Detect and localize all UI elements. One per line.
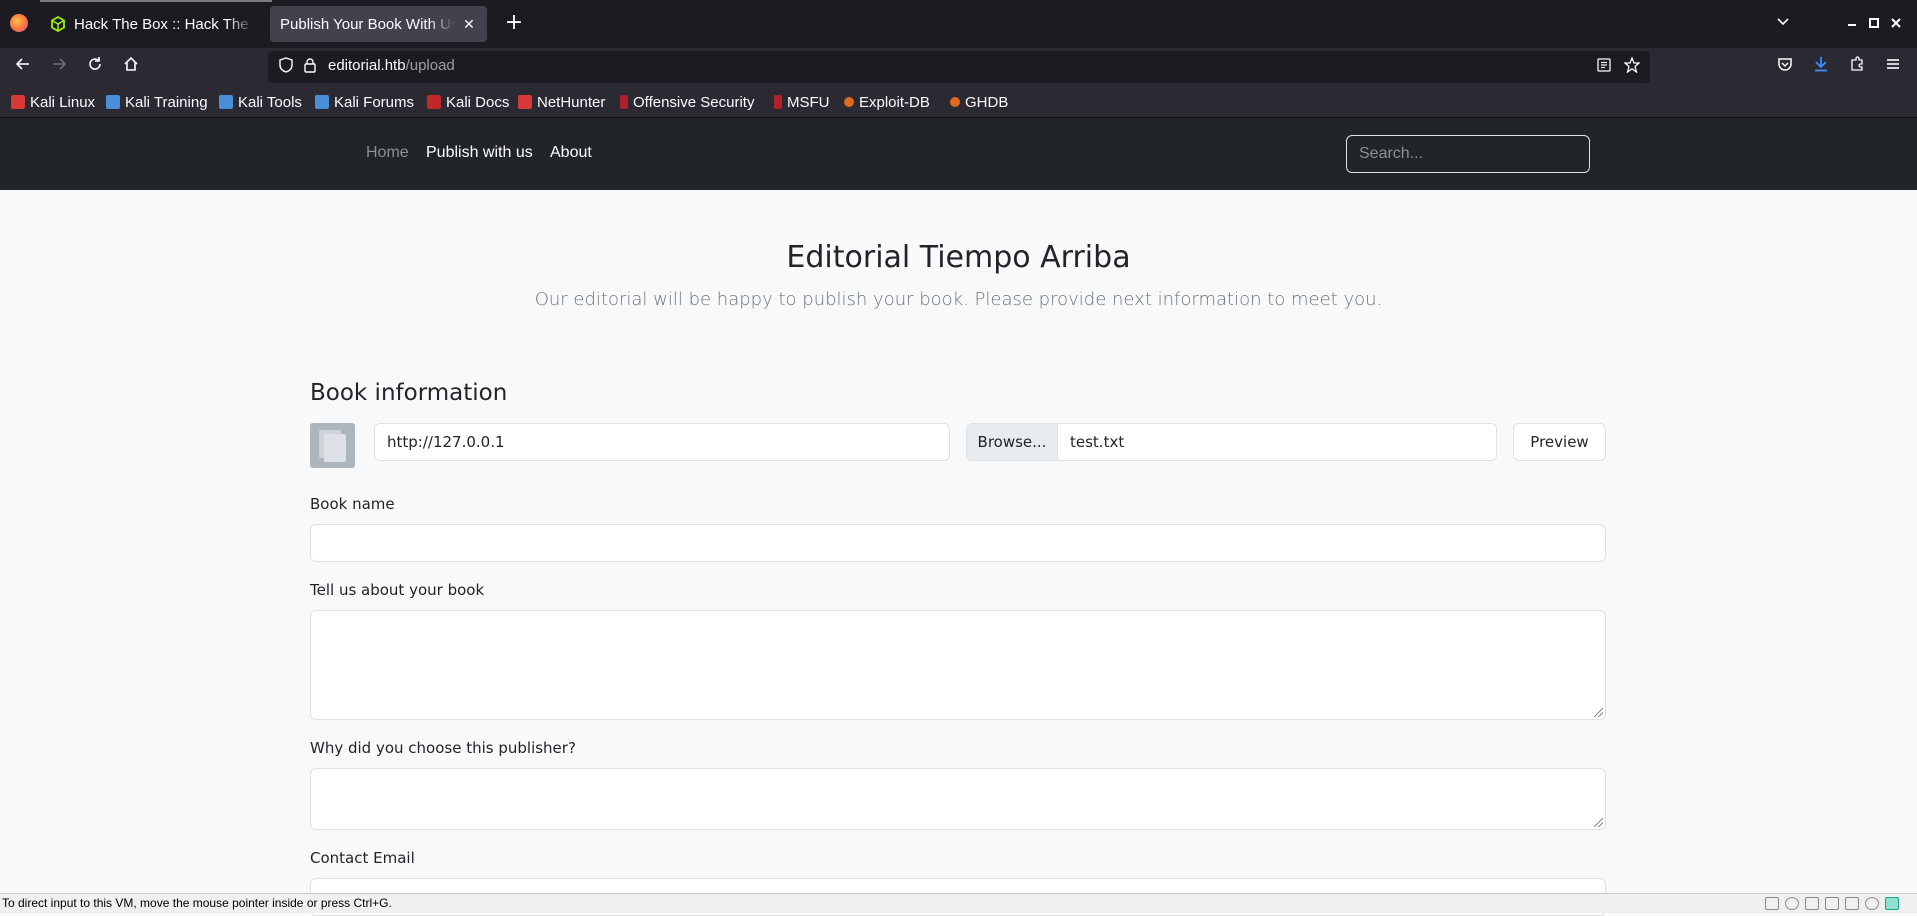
tracking-protection-shield-icon[interactable] xyxy=(276,57,296,77)
nethunter-icon xyxy=(518,95,532,109)
book-about-textarea[interactable] xyxy=(310,610,1606,720)
tab-title: Publish Your Book With Us - Editorial Ti… xyxy=(280,15,455,33)
bookmark-star-icon[interactable] xyxy=(1622,56,1642,77)
tab-hack-the-box[interactable]: Hack The Box :: Hack The Box xyxy=(40,6,265,42)
resize-handle-icon[interactable] xyxy=(1594,818,1603,827)
bookmark-label: Offensive Security xyxy=(633,93,755,111)
browse-button[interactable]: Browse... xyxy=(967,424,1058,460)
nav-link-about[interactable]: About xyxy=(550,144,592,162)
tab-publish-your-book[interactable]: Publish Your Book With Us - Editorial Ti… xyxy=(270,6,487,42)
book-name-label: Book name xyxy=(310,495,395,513)
bookmark-msfu[interactable]: MSFU xyxy=(774,92,830,112)
downloads-icon[interactable] xyxy=(1808,54,1834,80)
kali-docs-icon xyxy=(427,95,441,109)
browser-toolbar: editorial.htb/upload xyxy=(0,48,1917,86)
hard-disk-icon[interactable] xyxy=(1765,897,1779,910)
bookmark-kali-training[interactable]: Kali Training xyxy=(106,92,208,112)
new-tab-button[interactable]: + xyxy=(502,12,526,36)
bookmark-label: MSFU xyxy=(787,93,830,111)
audio-icon[interactable] xyxy=(1845,897,1859,910)
offensive-security-icon xyxy=(620,95,628,109)
firefox-menu-icon[interactable] xyxy=(10,14,28,32)
url-text: editorial.htb/upload xyxy=(328,57,455,74)
cover-file-input[interactable]: Browse... test.txt xyxy=(966,423,1497,461)
bookmark-nethunter[interactable]: NetHunter xyxy=(518,92,605,112)
url-host: editorial.htb xyxy=(328,57,406,74)
page-subtitle: Our editorial will be happy to publish y… xyxy=(534,289,1383,310)
kali-tools-icon xyxy=(219,95,233,109)
close-tab-icon[interactable]: ✕ xyxy=(461,16,477,33)
home-icon[interactable] xyxy=(118,54,144,80)
back-icon[interactable] xyxy=(10,54,36,80)
url-path: /upload xyxy=(405,57,455,74)
preview-button[interactable]: Preview xyxy=(1513,423,1606,461)
browser-tab-bar: Hack The Box :: Hack The Box Publish You… xyxy=(0,0,1917,48)
reader-view-icon[interactable] xyxy=(1594,57,1614,77)
bookmark-label: Exploit-DB xyxy=(859,93,930,111)
kali-linux-icon xyxy=(11,95,25,109)
nav-link-publish-with-us[interactable]: Publish with us xyxy=(426,144,533,162)
bookmark-ghdb[interactable]: GHDB xyxy=(950,92,1008,112)
vm-status-text: To direct input to this VM, move the mou… xyxy=(2,896,392,910)
pocket-icon[interactable] xyxy=(1772,54,1798,80)
list-all-tabs-icon[interactable] xyxy=(1771,12,1795,36)
why-publisher-textarea[interactable] xyxy=(310,768,1606,830)
book-name-input[interactable] xyxy=(310,524,1606,562)
bookmark-exploit-db[interactable]: Exploit-DB xyxy=(844,92,930,112)
bookmark-label: Kali Tools xyxy=(238,93,302,111)
bookmark-kali-tools[interactable]: Kali Tools xyxy=(219,92,302,112)
hack-the-box-icon xyxy=(51,16,65,32)
reload-icon[interactable] xyxy=(82,54,108,80)
forward-icon[interactable] xyxy=(46,54,72,80)
usb-icon[interactable] xyxy=(1825,897,1839,910)
book-information-heading: Book information xyxy=(310,380,508,406)
extensions-icon[interactable] xyxy=(1844,54,1870,80)
bookmark-kali-forums[interactable]: Kali Forums xyxy=(315,92,414,112)
display-icon[interactable] xyxy=(1865,897,1879,910)
resize-handle-icon[interactable] xyxy=(1594,708,1603,717)
kali-forums-icon xyxy=(315,95,329,109)
vm-state-icon[interactable] xyxy=(1885,897,1899,910)
bookmark-label: GHDB xyxy=(965,93,1009,111)
msfu-icon xyxy=(774,95,782,109)
maximize-window-icon[interactable] xyxy=(1862,12,1886,36)
site-navbar: Home Publish with us About xyxy=(0,118,1917,190)
exploit-db-icon xyxy=(844,97,854,107)
bookmark-label: Kali Docs xyxy=(446,93,510,111)
search-input[interactable] xyxy=(1346,135,1590,173)
selected-file-name: test.txt xyxy=(1070,433,1125,451)
optical-drive-icon[interactable] xyxy=(1785,897,1799,910)
bookmark-kali-linux[interactable]: Kali Linux xyxy=(11,92,95,112)
minimize-window-icon[interactable] xyxy=(1840,12,1864,36)
bookmark-label: NetHunter xyxy=(537,93,606,111)
tab-container-indicator xyxy=(40,0,272,2)
contact-email-label: Contact Email xyxy=(310,849,415,867)
cover-url-input[interactable]: http://127.0.0.1 xyxy=(374,423,950,461)
site-info-icon[interactable] xyxy=(300,57,320,77)
bookmark-label: Kali Linux xyxy=(30,93,96,111)
book-about-label: Tell us about your book xyxy=(310,581,485,599)
bookmark-label: Kali Training xyxy=(125,93,208,111)
bookmark-kali-docs[interactable]: Kali Docs xyxy=(427,92,509,112)
network-icon[interactable] xyxy=(1805,897,1819,910)
tab-title: Hack The Box :: Hack The Box xyxy=(74,15,255,33)
kali-training-icon xyxy=(106,95,120,109)
page-title: Editorial Tiempo Arriba xyxy=(786,240,1131,275)
ghdb-icon xyxy=(950,97,960,107)
book-cover-preview-image xyxy=(310,423,355,468)
address-bar[interactable]: editorial.htb/upload xyxy=(268,51,1650,83)
bookmark-label: Kali Forums xyxy=(334,93,415,111)
app-menu-icon[interactable] xyxy=(1880,54,1906,80)
nav-link-home[interactable]: Home xyxy=(366,144,409,162)
close-window-icon[interactable] xyxy=(1884,12,1908,36)
bookmarks-toolbar: Kali Linux Kali Training Kali Tools Kali… xyxy=(0,86,1917,118)
why-publisher-label: Why did you choose this publisher? xyxy=(310,739,576,757)
document-icon-page xyxy=(324,434,346,462)
vm-status-bar: To direct input to this VM, move the mou… xyxy=(0,893,1917,913)
bookmark-offensive-security[interactable]: Offensive Security xyxy=(620,92,754,112)
